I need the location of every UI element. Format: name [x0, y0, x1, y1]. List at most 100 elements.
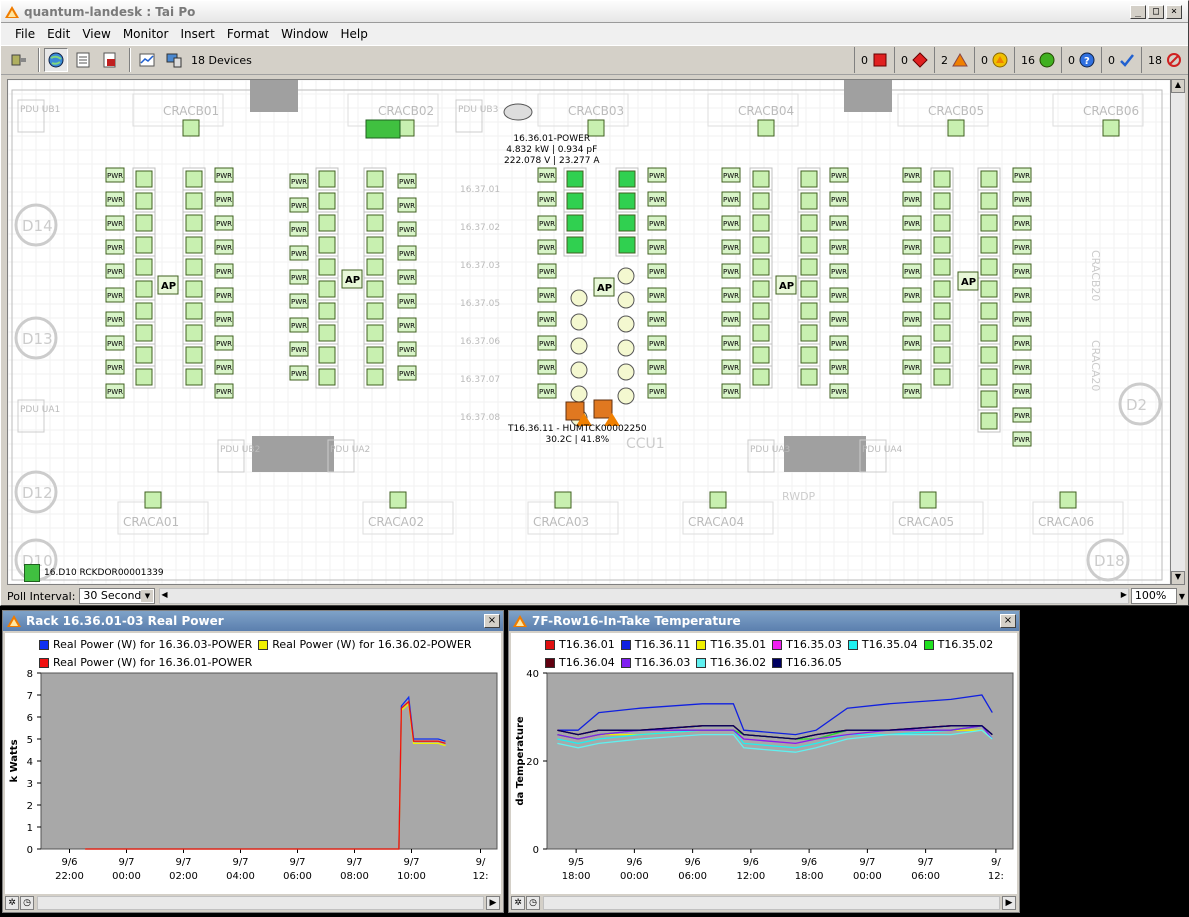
minimize-button[interactable]: _ — [1130, 4, 1146, 19]
scroll-down-button[interactable]: ▼ — [1171, 571, 1185, 585]
rack-label: 16.37.01 — [460, 185, 500, 195]
count-acknowledged[interactable]: 0 — [1101, 47, 1141, 73]
rack-label: 16.37.06 — [460, 337, 500, 347]
pwr-label: PWR — [107, 388, 123, 396]
scroll-right-icon[interactable]: ▶ — [1121, 590, 1127, 599]
zoom-select[interactable]: 100% — [1130, 588, 1177, 604]
legend-item: T16.35.01 — [696, 637, 766, 653]
y-tick-label: 2 — [27, 801, 33, 812]
chart-button[interactable] — [135, 48, 159, 72]
temperature-chart-close-button[interactable]: × — [1000, 614, 1016, 628]
x-tick-time: 00:00 — [620, 871, 649, 882]
temperature-chart-legend: T16.36.01 T16.36.11 T16.35.01 T16.35.03 T16.… — [511, 633, 1017, 673]
settings-icon[interactable]: ✲ — [511, 896, 525, 910]
horizontal-scrollbar[interactable]: ◀ ▶ — [159, 588, 1129, 604]
report-button[interactable] — [98, 48, 122, 72]
power-chart-titlebar[interactable]: Rack 16.36.01-03 Real Power × — [3, 611, 503, 631]
pwr-label: PWR — [723, 196, 739, 204]
pdu-label: PDU UA2 — [330, 445, 370, 455]
connect-button[interactable] — [7, 48, 31, 72]
legend-item: T16.35.04 — [847, 637, 918, 653]
count-warning[interactable]: 2 — [934, 47, 974, 73]
menu-monitor[interactable]: Monitor — [117, 25, 175, 43]
main-titlebar[interactable]: quantum-landesk : Tai Po _ □ × — [1, 1, 1188, 23]
list-view-button[interactable] — [71, 48, 95, 72]
pwr-label: PWR — [904, 316, 920, 324]
poll-interval-select[interactable]: 30 Seconds ▼ — [79, 588, 156, 604]
temp-sensor-icon — [566, 192, 584, 210]
pwr-label: PWR — [1014, 268, 1030, 276]
legend-label: T16.36.01 — [559, 638, 615, 651]
camera-icon — [503, 103, 533, 121]
temp-sensor-icon — [185, 324, 203, 342]
temp-sensor-icon — [752, 214, 770, 232]
fan-icon — [919, 491, 937, 509]
power-chart-close-button[interactable]: × — [484, 614, 500, 628]
pwr-label: PWR — [723, 388, 739, 396]
menu-view[interactable]: View — [76, 25, 116, 43]
menu-edit[interactable]: Edit — [41, 25, 76, 43]
pwr-label: PWR — [1014, 196, 1030, 204]
legend-swatch — [772, 640, 783, 650]
count-not-monitored[interactable]: 18 — [1141, 47, 1188, 73]
maximize-button[interactable]: □ — [1148, 4, 1164, 19]
legend-label: T16.36.11 — [634, 638, 691, 651]
scroll-right-icon[interactable]: ▶ — [486, 896, 500, 910]
temp-sensor-icon — [752, 280, 770, 298]
devices-button[interactable] — [162, 48, 186, 72]
temp-sensor-icon — [980, 280, 998, 298]
temp-sensor-icon — [933, 214, 951, 232]
count-unknown[interactable]: 0? — [1061, 47, 1101, 73]
vertical-scrollbar[interactable]: ▲ ▼ — [1171, 79, 1185, 585]
settings-icon[interactable]: ✲ — [5, 896, 19, 910]
count-error[interactable]: 0 — [894, 47, 934, 73]
count-critical[interactable]: 0 — [854, 47, 894, 73]
floor-map[interactable]: CRACB01 CRACB02 CRACB03 CRACB04 CRACB05 CRACB… — [7, 79, 1171, 585]
humidity-tooltip-line1: 30.2C | 41.8% — [545, 435, 610, 445]
x-tick-date: 9/6 — [61, 857, 77, 868]
x-tick-time: 00:00 — [853, 871, 882, 882]
temp-sensor-icon — [135, 192, 153, 210]
temp-sensor-icon — [185, 302, 203, 320]
column-label: D2 — [1126, 396, 1147, 414]
clock-icon[interactable]: ◷ — [20, 896, 34, 910]
clock-icon[interactable]: ◷ — [526, 896, 540, 910]
temperature-chart-titlebar[interactable]: 7F-Row16-In-Take Temperature × — [509, 611, 1019, 631]
menu-help[interactable]: Help — [335, 25, 374, 43]
rack-door-device[interactable]: 16.D10 RCKDOR00001339 — [24, 564, 164, 582]
count-ok[interactable]: 16 — [1014, 47, 1061, 73]
map-view-button[interactable] — [44, 48, 68, 72]
close-button[interactable]: × — [1166, 4, 1182, 19]
zoom-chevron-icon[interactable]: ▼ — [1179, 592, 1185, 601]
menu-insert[interactable]: Insert — [174, 25, 220, 43]
y-axis-label: k Watts — [9, 739, 20, 782]
pwr-label: PWR — [649, 316, 665, 324]
temp-sensor-icon — [366, 324, 384, 342]
menu-file[interactable]: File — [9, 25, 41, 43]
pwr-label: PWR — [107, 268, 123, 276]
yellow-warning-icon — [992, 52, 1008, 68]
temp-sensor-icon — [800, 236, 818, 254]
window-title: quantum-landesk : Tai Po — [24, 4, 196, 19]
sensor-circle — [617, 339, 635, 357]
y-tick-label: 8 — [27, 669, 33, 680]
temperature-chart-scrollbar[interactable] — [543, 896, 1000, 910]
menu-format[interactable]: Format — [221, 25, 275, 43]
main-window: quantum-landesk : Tai Po _ □ × File Edit… — [0, 0, 1189, 606]
menu-window[interactable]: Window — [275, 25, 334, 43]
temp-sensor-icon — [800, 280, 818, 298]
pwr-label: PWR — [649, 244, 665, 252]
scroll-left-icon[interactable]: ◀ — [161, 590, 167, 599]
scroll-up-button[interactable]: ▲ — [1171, 79, 1185, 93]
count-caution[interactable]: 0 — [974, 47, 1014, 73]
scroll-right-icon[interactable]: ▶ — [1002, 896, 1016, 910]
power-chart-plot: 0 1 2 3 4 5 6 7 8 k Watts 9/6 22:00 9/7 00:00 9/7 02:00… — [9, 669, 498, 882]
pwr-label: PWR — [831, 340, 847, 348]
legend-item: Real Power (W) for 16.36.03-POWER — [39, 637, 252, 653]
pwr-label: PWR — [904, 196, 920, 204]
temp-sensor-icon — [618, 170, 636, 188]
power-chart-scrollbar[interactable] — [37, 896, 484, 910]
ap-label: AP — [161, 281, 176, 292]
temp-sensor-icon — [135, 258, 153, 276]
crac-label: CRACA02 — [368, 515, 424, 529]
